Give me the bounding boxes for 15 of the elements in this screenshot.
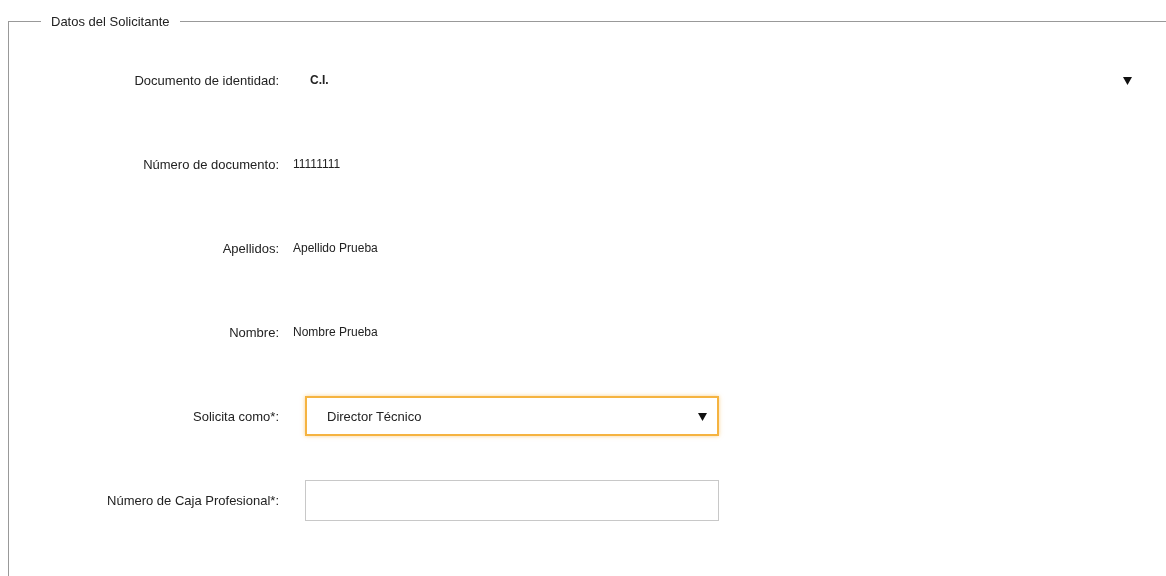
section-title: Datos del Solicitante (50, 14, 171, 29)
field-value: Apellido Prueba (293, 241, 378, 255)
select-field[interactable]: Director Técnico (305, 396, 719, 436)
field-label: Documento de identidad: (134, 72, 279, 88)
dropdown-caret-icon (698, 411, 707, 421)
field-label: Apellidos: (222, 240, 279, 256)
document-type-select[interactable]: C.I. (305, 65, 1132, 95)
field-label: Número de Caja Profesional*: (107, 492, 279, 508)
field-label: Nombre: (229, 324, 279, 340)
field-label: Solicita como*: (193, 408, 279, 424)
field-value: 11111111 (293, 157, 341, 171)
input-field[interactable] (305, 479, 719, 521)
field-value: Nombre Prueba (293, 325, 378, 339)
field-label: Número de documento: (143, 156, 279, 172)
dropdown-caret-icon (1123, 75, 1132, 85)
